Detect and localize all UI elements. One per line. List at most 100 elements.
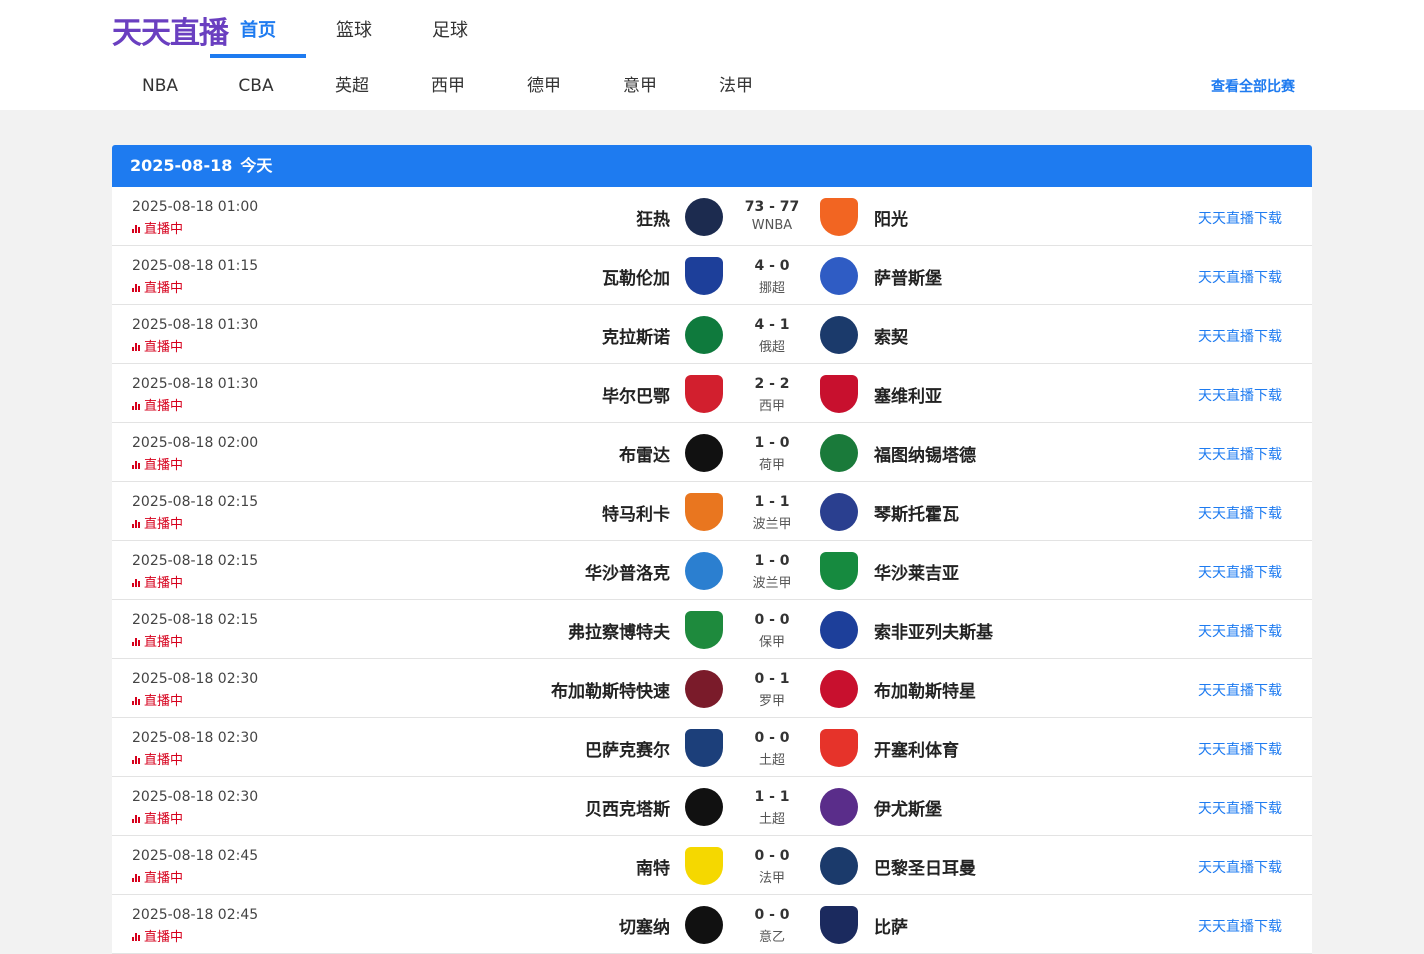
nav-tab-basketball[interactable]: 篮球 bbox=[306, 0, 402, 58]
away-team-name[interactable]: 琴斯托霍瓦 bbox=[874, 500, 959, 525]
home-team-logo-icon[interactable] bbox=[685, 552, 723, 590]
home-team-name[interactable]: 南特 bbox=[636, 854, 670, 879]
league-tab-ligue-1[interactable]: 法甲 bbox=[688, 64, 784, 108]
home-team-name[interactable]: 瓦勒伦加 bbox=[602, 264, 670, 289]
home-team-name[interactable]: 弗拉察博特夫 bbox=[568, 618, 670, 643]
match-row[interactable]: 2025-08-18 01:15 直播中 瓦勒伦加 4 - 0 挪超 萨普斯堡 … bbox=[112, 246, 1312, 305]
away-team-name[interactable]: 萨普斯堡 bbox=[874, 264, 942, 289]
away-team-logo-icon[interactable] bbox=[820, 493, 858, 531]
app-download-link[interactable]: 天天直播下载 bbox=[1198, 680, 1282, 700]
match-row[interactable]: 2025-08-18 02:45 直播中 南特 0 - 0 法甲 巴黎圣日耳曼 … bbox=[112, 836, 1312, 895]
app-download-link[interactable]: 天天直播下载 bbox=[1198, 798, 1282, 818]
home-team-logo-icon[interactable] bbox=[685, 611, 723, 649]
away-team-name[interactable]: 福图纳锡塔德 bbox=[874, 441, 976, 466]
app-download-link[interactable]: 天天直播下载 bbox=[1198, 503, 1282, 523]
league-tab-cba[interactable]: CBA bbox=[208, 64, 304, 108]
away-team-logo-icon[interactable] bbox=[820, 198, 858, 236]
league-tab-premier-league[interactable]: 英超 bbox=[304, 64, 400, 108]
app-download-link[interactable]: 天天直播下载 bbox=[1198, 444, 1282, 464]
away-team-name[interactable]: 索非亚列夫斯基 bbox=[874, 618, 993, 643]
match-league: 保甲 bbox=[758, 635, 785, 650]
home-team-name[interactable]: 切塞纳 bbox=[619, 913, 670, 938]
app-download-link[interactable]: 天天直播下载 bbox=[1198, 385, 1282, 405]
home-team-name[interactable]: 布雷达 bbox=[619, 441, 670, 466]
home-team-logo-icon[interactable] bbox=[685, 906, 723, 944]
home-team-logo-icon[interactable] bbox=[685, 670, 723, 708]
home-team-logo-icon[interactable] bbox=[685, 257, 723, 295]
away-team-name[interactable]: 布加勒斯特星 bbox=[874, 677, 976, 702]
match-row[interactable]: 2025-08-18 02:30 直播中 贝西克塔斯 1 - 1 土超 伊尤斯堡… bbox=[112, 777, 1312, 836]
home-team-name[interactable]: 克拉斯诺 bbox=[602, 323, 670, 348]
app-download-link[interactable]: 天天直播下载 bbox=[1198, 326, 1282, 346]
away-team-name[interactable]: 巴黎圣日耳曼 bbox=[874, 854, 976, 879]
match-row[interactable]: 2025-08-18 02:30 直播中 巴萨克赛尔 0 - 0 土超 开塞利体… bbox=[112, 718, 1312, 777]
home-team-name[interactable]: 巴萨克赛尔 bbox=[585, 736, 670, 761]
away-team-badge bbox=[820, 316, 858, 354]
match-league: 意乙 bbox=[758, 930, 785, 945]
away-team-logo-icon[interactable] bbox=[820, 670, 858, 708]
home-team-logo-icon[interactable] bbox=[685, 847, 723, 885]
match-row[interactable]: 2025-08-18 01:30 直播中 毕尔巴鄂 2 - 2 西甲 塞维利亚 … bbox=[112, 364, 1312, 423]
away-team-logo-icon[interactable] bbox=[820, 788, 858, 826]
match-row[interactable]: 2025-08-18 02:15 直播中 特马利卡 1 - 1 波兰甲 琴斯托霍… bbox=[112, 482, 1312, 541]
away-team-logo-icon[interactable] bbox=[820, 316, 858, 354]
home-team-name[interactable]: 布加勒斯特快速 bbox=[551, 677, 670, 702]
match-row[interactable]: 2025-08-18 01:30 直播中 克拉斯诺 4 - 1 俄超 索契 天天… bbox=[112, 305, 1312, 364]
home-team-logo-icon[interactable] bbox=[685, 375, 723, 413]
home-team-badge bbox=[685, 788, 723, 826]
away-team-name[interactable]: 开塞利体育 bbox=[874, 736, 959, 761]
away-team-logo-icon[interactable] bbox=[820, 611, 858, 649]
view-all-matches-link[interactable]: 查看全部比赛 bbox=[1150, 76, 1295, 96]
match-row[interactable]: 2025-08-18 02:15 直播中 弗拉察博特夫 0 - 0 保甲 索非亚… bbox=[112, 600, 1312, 659]
nav-tab-football[interactable]: 足球 bbox=[402, 0, 498, 58]
away-team-name[interactable]: 华沙莱吉亚 bbox=[874, 559, 959, 584]
away-team-logo-icon[interactable] bbox=[820, 729, 858, 767]
match-row[interactable]: 2025-08-18 02:45 直播中 切塞纳 0 - 0 意乙 比萨 天天直… bbox=[112, 895, 1312, 954]
away-team-name[interactable]: 伊尤斯堡 bbox=[874, 795, 942, 820]
app-download-link[interactable]: 天天直播下载 bbox=[1198, 857, 1282, 877]
away-team-logo-icon[interactable] bbox=[820, 434, 858, 472]
app-download-link[interactable]: 天天直播下载 bbox=[1198, 267, 1282, 287]
home-team-name[interactable]: 狂热 bbox=[636, 205, 670, 230]
away-team-name[interactable]: 阳光 bbox=[874, 205, 908, 230]
home-team-name[interactable]: 华沙普洛克 bbox=[585, 559, 670, 584]
home-team-logo-icon[interactable] bbox=[685, 316, 723, 354]
home-team-logo-icon[interactable] bbox=[685, 788, 723, 826]
home-team-logo-icon[interactable] bbox=[685, 493, 723, 531]
app-download-link[interactable]: 天天直播下载 bbox=[1198, 208, 1282, 228]
home-team-logo-icon[interactable] bbox=[685, 198, 723, 236]
home-team-name[interactable]: 特马利卡 bbox=[602, 500, 670, 525]
live-signal-icon bbox=[132, 872, 141, 882]
nav-tab-home[interactable]: 首页 bbox=[210, 0, 306, 58]
home-team-name[interactable]: 贝西克塔斯 bbox=[585, 795, 670, 820]
away-team-logo-icon[interactable] bbox=[820, 847, 858, 885]
home-team-name[interactable]: 毕尔巴鄂 bbox=[602, 382, 670, 407]
away-team-logo-icon[interactable] bbox=[820, 552, 858, 590]
match-row[interactable]: 2025-08-18 02:15 直播中 华沙普洛克 1 - 0 波兰甲 华沙莱… bbox=[112, 541, 1312, 600]
league-tab-la-liga[interactable]: 西甲 bbox=[400, 64, 496, 108]
home-team-logo-icon[interactable] bbox=[685, 434, 723, 472]
match-row[interactable]: 2025-08-18 01:00 直播中 狂热 73 - 77 WNBA 阳光 … bbox=[112, 187, 1312, 246]
league-tab-bundesliga[interactable]: 德甲 bbox=[496, 64, 592, 108]
match-row[interactable]: 2025-08-18 02:30 直播中 布加勒斯特快速 0 - 1 罗甲 布加… bbox=[112, 659, 1312, 718]
match-row[interactable]: 2025-08-18 02:00 直播中 布雷达 1 - 0 荷甲 福图纳锡塔德… bbox=[112, 423, 1312, 482]
away-team-name[interactable]: 比萨 bbox=[874, 913, 908, 938]
app-download-link[interactable]: 天天直播下载 bbox=[1198, 916, 1282, 936]
away-team-name[interactable]: 塞维利亚 bbox=[874, 382, 942, 407]
away-team-badge bbox=[820, 257, 858, 295]
main-nav: 首页 篮球 足球 bbox=[210, 0, 498, 58]
app-download-link[interactable]: 天天直播下载 bbox=[1198, 739, 1282, 759]
live-status: 直播中 bbox=[132, 867, 183, 886]
app-download-link[interactable]: 天天直播下载 bbox=[1198, 621, 1282, 641]
match-time: 2025-08-18 02:15 bbox=[132, 553, 259, 569]
league-tab-nba[interactable]: NBA bbox=[112, 64, 208, 108]
home-team-logo-icon[interactable] bbox=[685, 729, 723, 767]
app-download-link[interactable]: 天天直播下载 bbox=[1198, 562, 1282, 582]
home-team-badge bbox=[685, 375, 723, 413]
away-team-logo-icon[interactable] bbox=[820, 906, 858, 944]
live-status-label: 直播中 bbox=[144, 871, 184, 886]
away-team-logo-icon[interactable] bbox=[820, 257, 858, 295]
away-team-logo-icon[interactable] bbox=[820, 375, 858, 413]
league-tab-serie-a[interactable]: 意甲 bbox=[592, 64, 688, 108]
away-team-name[interactable]: 索契 bbox=[874, 323, 908, 348]
